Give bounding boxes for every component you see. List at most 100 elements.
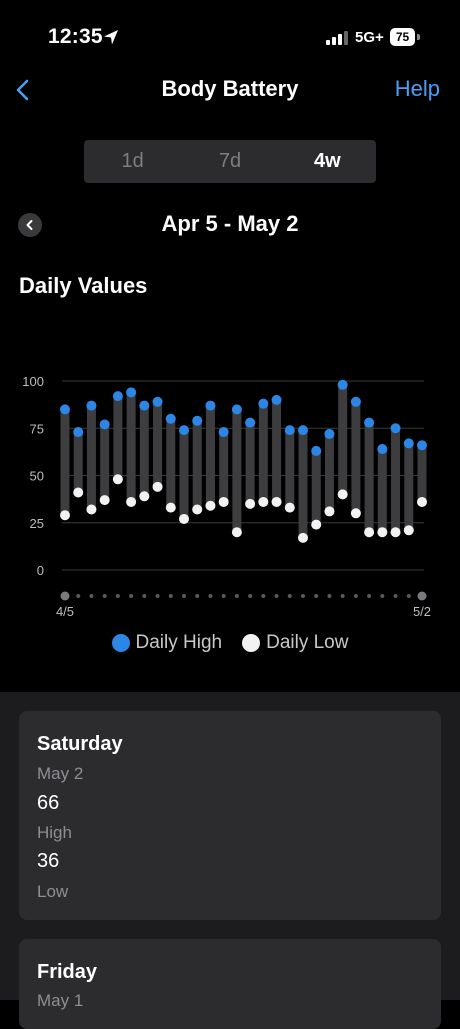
axis-dot <box>155 594 160 598</box>
daily-list: Saturday May 2 66 High 36 Low Friday May… <box>0 692 460 1029</box>
high-point <box>218 427 229 438</box>
card-date: May 2 <box>37 764 84 783</box>
axis-dot <box>274 594 279 598</box>
high-point <box>271 394 282 405</box>
axis-dot <box>195 594 200 598</box>
high-point <box>179 425 189 436</box>
axis-dot <box>102 594 107 598</box>
low-point <box>298 532 308 543</box>
axis-dot <box>314 594 319 598</box>
range-bar <box>377 449 387 533</box>
date-range-row: Apr 5 - May 2 <box>0 208 460 242</box>
high-point <box>126 387 137 398</box>
high-point <box>337 379 348 390</box>
day-card-friday[interactable]: Friday May 1 <box>19 939 441 1029</box>
high-point <box>258 398 269 409</box>
axis-dot <box>89 594 94 598</box>
tab-4w[interactable]: 4w <box>279 140 376 183</box>
status-bar: 12:35 5G+ 75 <box>0 0 460 70</box>
low-point <box>86 504 97 515</box>
tab-7d[interactable]: 7d <box>181 140 278 183</box>
high-point <box>152 396 163 407</box>
low-point <box>245 498 256 509</box>
axis-dot <box>393 594 398 598</box>
axis-dot <box>367 594 372 598</box>
low-point <box>139 491 150 502</box>
nav-bar: Body Battery Help <box>0 70 460 110</box>
axis-dot <box>129 594 134 598</box>
low-point <box>377 527 388 538</box>
high-point <box>205 400 216 411</box>
day-card-saturday[interactable]: Saturday May 2 66 High 36 Low <box>19 711 441 920</box>
axis-dot <box>380 594 385 598</box>
low-point <box>179 513 189 524</box>
axis-dot <box>221 594 226 598</box>
range-bar <box>179 430 189 519</box>
range-bar <box>219 432 229 502</box>
axis-dot <box>76 594 81 598</box>
low-point <box>231 527 242 538</box>
low-point <box>205 500 216 511</box>
high-point <box>86 400 97 411</box>
axis-endpoint <box>417 591 427 601</box>
range-bar <box>285 430 295 508</box>
high-point <box>99 419 110 430</box>
high-point <box>390 423 401 434</box>
range-bar <box>324 433 334 512</box>
range-bar <box>311 450 321 525</box>
range-bar <box>258 403 268 502</box>
battery-icon: 75 <box>390 28 420 46</box>
axis-dot <box>142 594 147 598</box>
date-range-label: Apr 5 - May 2 <box>161 211 299 236</box>
range-bar <box>298 430 308 538</box>
range-bar <box>232 409 242 533</box>
range-bar <box>404 443 414 531</box>
high-point <box>165 413 176 424</box>
legend-daily-high: Daily High <box>111 632 222 654</box>
axis-dot <box>182 594 186 598</box>
range-bar <box>166 418 176 508</box>
low-point <box>258 496 269 507</box>
range-bar <box>113 396 123 480</box>
chart-legend: Daily High Daily Low <box>0 632 460 654</box>
legend-label-low: Daily Low <box>266 632 349 653</box>
range-segmented-control: 1d 7d 4w <box>84 140 376 183</box>
high-point <box>112 391 123 402</box>
y-tick-label: 75 <box>30 421 44 436</box>
low-point <box>60 510 70 521</box>
axis-dot <box>340 594 345 598</box>
low-point <box>350 508 361 519</box>
low-point <box>165 502 176 513</box>
high-point <box>73 427 84 438</box>
high-dot-icon <box>111 634 130 652</box>
card-date: May 1 <box>37 991 84 1010</box>
range-bar <box>100 424 110 501</box>
axis-dot <box>261 594 266 598</box>
card-high-label: High <box>37 823 72 842</box>
high-point <box>350 396 361 407</box>
range-bar <box>417 445 427 502</box>
high-point <box>139 400 150 411</box>
axis-dot <box>353 594 358 598</box>
axis-dot <box>287 594 292 598</box>
battery-level: 75 <box>390 28 415 46</box>
high-point <box>298 425 308 436</box>
low-dot-icon <box>242 634 261 652</box>
axis-dot <box>248 594 253 598</box>
high-point <box>364 417 375 428</box>
high-point <box>311 445 322 456</box>
range-bar <box>272 399 282 502</box>
y-tick-label: 25 <box>30 516 44 531</box>
status-time: 12:35 <box>48 25 103 48</box>
range-bar <box>338 384 348 495</box>
network-label: 5G+ <box>355 29 384 46</box>
high-point <box>245 417 256 428</box>
low-point <box>271 496 282 507</box>
high-point <box>377 444 388 455</box>
range-bar <box>73 432 83 493</box>
y-tick-label: 100 <box>22 374 44 389</box>
low-point <box>218 496 229 507</box>
help-button[interactable]: Help <box>395 76 440 102</box>
card-day: Friday <box>37 961 98 983</box>
tab-1d[interactable]: 1d <box>84 140 181 183</box>
